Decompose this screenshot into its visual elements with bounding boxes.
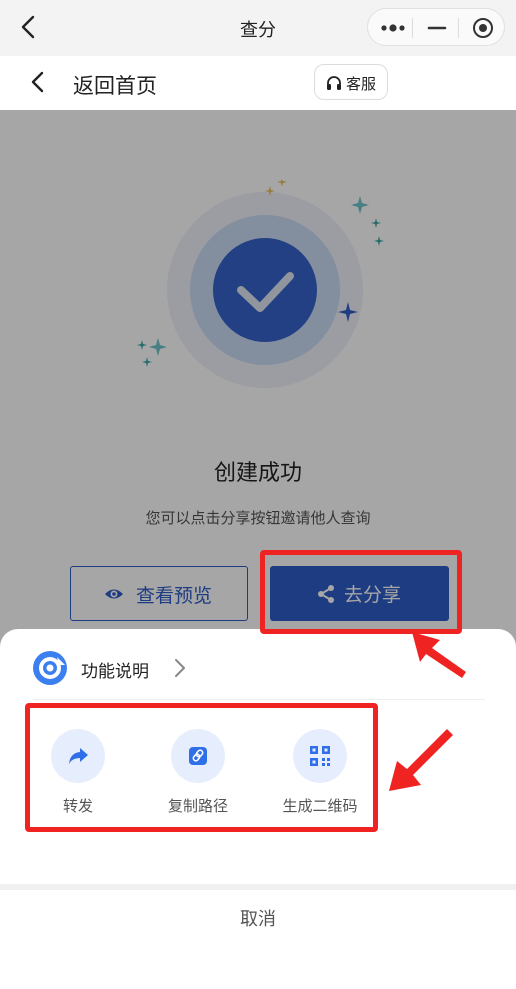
feature-description-row[interactable]: 功能说明 bbox=[33, 651, 233, 685]
page-header: 返回首页 客服 bbox=[0, 56, 516, 110]
close-miniprogram-icon[interactable] bbox=[472, 17, 494, 39]
capsule-menu bbox=[367, 8, 505, 46]
chevron-right-icon bbox=[175, 659, 185, 677]
miniprogram-nav-bar: 查分 bbox=[0, 0, 516, 56]
back-home-icon[interactable] bbox=[24, 68, 52, 96]
page-title[interactable]: 返回首页 bbox=[73, 70, 157, 100]
minimize-icon[interactable] bbox=[426, 17, 448, 39]
cancel-button[interactable]: 取消 bbox=[0, 905, 516, 931]
customer-service-label: 客服 bbox=[346, 75, 377, 93]
app-logo-icon bbox=[33, 651, 67, 685]
customer-service-button[interactable]: 客服 bbox=[314, 64, 388, 100]
more-icon[interactable] bbox=[380, 17, 406, 39]
arrow-icon bbox=[389, 729, 453, 791]
divider bbox=[33, 699, 485, 700]
section-gap bbox=[0, 884, 516, 890]
share-button-highlight bbox=[260, 550, 462, 634]
share-actions-highlight bbox=[25, 703, 378, 832]
feature-description-label: 功能说明 bbox=[81, 662, 149, 682]
headphones-icon bbox=[327, 76, 341, 90]
arrow-icon bbox=[412, 632, 466, 678]
